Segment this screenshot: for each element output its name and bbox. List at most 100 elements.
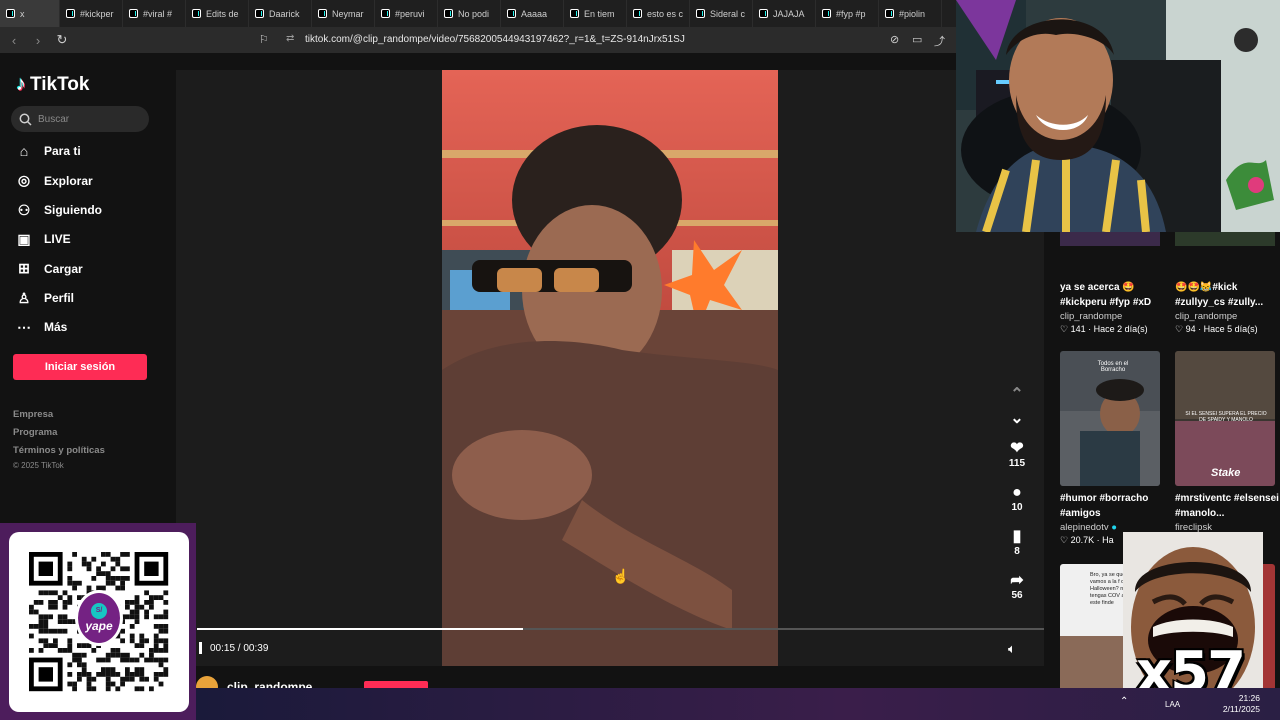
rec-title: ya se acerca 🤩 #kickperu #fyp #xD	[1060, 282, 1152, 308]
rec-card-1[interactable]: ya se acerca 🤩 #kickperu #fyp #xD clip_r…	[1060, 280, 1164, 335]
tab-label: #fyp #p	[836, 8, 866, 19]
browser-tab-strip: x #kickper #viral # Edits de Daarick Neymar #p…	[0, 0, 956, 27]
more-icon: ⋯	[17, 318, 31, 335]
tiktok-logo[interactable]: ♪ TikTok	[16, 73, 89, 96]
forward-icon[interactable]: ›	[28, 33, 48, 48]
tab-label: #kickper	[80, 8, 114, 19]
site-info-icon[interactable]: ⇄	[286, 33, 294, 44]
tiktok-note-icon: ♪	[16, 73, 26, 95]
tiktok-favicon-icon	[381, 9, 390, 18]
search-input[interactable]: Buscar	[11, 106, 149, 132]
copyright-text: © 2025 TikTok	[13, 461, 64, 470]
share-button[interactable]: ➦ 56	[997, 572, 1037, 601]
browser-tab[interactable]: JAJAJA	[753, 0, 816, 27]
reload-icon[interactable]: ↻	[52, 32, 72, 48]
browser-tab[interactable]: #kickper	[60, 0, 123, 27]
follow-button[interactable]	[364, 681, 428, 688]
cast-icon[interactable]: ▭	[912, 33, 922, 46]
browser-tab[interactable]: Sideral c	[690, 0, 753, 27]
following-icon: ⚇	[17, 201, 31, 218]
browser-tab[interactable]: #peruvi	[375, 0, 438, 27]
thumb-caption: Todos en el Borracho	[1097, 361, 1129, 373]
next-video-button[interactable]: ⌄	[997, 410, 1037, 428]
tab-label: Edits de	[206, 8, 239, 19]
rec-author[interactable]: clip_randompe	[1060, 311, 1164, 322]
tiktok-favicon-icon	[885, 9, 894, 18]
browser-tab[interactable]: #fyp #p	[816, 0, 879, 27]
heart-outline-icon: ♡	[1060, 535, 1069, 545]
url-text[interactable]: tiktok.com/@clip_randompe/video/75682005…	[305, 34, 685, 45]
no-tracking-icon[interactable]: ⊘	[890, 33, 899, 46]
browser-tab[interactable]: No podi	[438, 0, 501, 27]
qr-card: S/ yape	[9, 532, 189, 712]
sidebar-item-label: LIVE	[44, 232, 71, 247]
browser-tab[interactable]: #viral #	[123, 0, 186, 27]
tiktok-favicon-icon	[696, 9, 705, 18]
share-arrow-icon: ➦	[1010, 572, 1024, 589]
browser-tab[interactable]: En tiem	[564, 0, 627, 27]
sidebar-item-siguiendo[interactable]: ⚇ Siguiendo	[16, 202, 102, 219]
rec-card-4[interactable]: #mrstiventc #elsensei #manolo... firecli…	[1175, 491, 1279, 533]
rec-card-2[interactable]: 🤩🤩😹#kick #zullyy_cs #zully... clip_rando…	[1175, 280, 1279, 335]
tiktok-favicon-icon	[192, 9, 201, 18]
sidebar-item-label: Para ti	[44, 144, 81, 158]
rec-thumb-3[interactable]: Todos en el Borracho	[1060, 351, 1160, 486]
sidebar-item-perfil[interactable]: ♙ Perfil	[16, 290, 74, 307]
browser-tab[interactable]: Aaaaa	[501, 0, 564, 27]
tiktok-favicon-icon	[255, 9, 264, 18]
tab-label: esto es c	[647, 8, 684, 19]
share-page-icon[interactable]: ⤴	[934, 33, 945, 49]
yape-coin-icon: S/	[91, 603, 107, 619]
save-button[interactable]: ▮ 8	[997, 528, 1037, 557]
address-bar: ‹ › ↻ ⚐ ⇄ tiktok.com/@clip_randompe/vide…	[0, 27, 956, 53]
system-clock[interactable]: 21:26 2/11/2025	[1223, 693, 1260, 715]
prev-video-button[interactable]: ⌃	[997, 386, 1037, 404]
rec-author[interactable]: clip_randompe	[1175, 311, 1279, 322]
browser-tab[interactable]: Neymar	[312, 0, 375, 27]
sidebar-item-label: Más	[44, 320, 68, 335]
comment-button[interactable]: ● 10	[997, 484, 1037, 513]
bookmark-icon[interactable]: ⚐	[259, 33, 269, 46]
browser-tab[interactable]: x	[0, 0, 60, 27]
like-button[interactable]: ❤ 115	[997, 440, 1037, 469]
sidebar-item-label: Explorar	[44, 173, 93, 188]
sidebar-item-explorar[interactable]: ◎ Explorar	[16, 172, 93, 189]
rec-thumb-4[interactable]: SI EL SENSEI SUPERA EL PRECIO DE SPAIDY …	[1175, 351, 1275, 486]
sidebar-item-live[interactable]: ▣ LIVE	[16, 231, 71, 248]
like-count: 115	[1008, 458, 1026, 469]
clock-date: 2/11/2025	[1222, 704, 1260, 714]
author-name[interactable]: clip_randompe	[227, 680, 312, 688]
clock-time: 21:26	[1238, 693, 1260, 703]
sidebar-item-para-ti[interactable]: ⌂ Para ti	[16, 143, 81, 159]
footer-link-company[interactable]: Empresa	[13, 409, 53, 420]
rec-thumb-top-1[interactable]	[1060, 232, 1160, 246]
video-player[interactable]	[442, 70, 778, 666]
browser-tab[interactable]: Daarick	[249, 0, 312, 27]
sidebar-item-m-s[interactable]: ⋯ Más	[16, 319, 67, 336]
browser-tab[interactable]: esto es c	[627, 0, 690, 27]
tab-label: Sideral c	[710, 8, 746, 19]
login-button[interactable]: Iniciar sesión	[13, 354, 147, 380]
rec-thumb-top-2[interactable]	[1175, 232, 1275, 246]
back-icon[interactable]: ‹	[4, 33, 24, 48]
tiktok-favicon-icon	[759, 9, 768, 18]
heart-outline-icon: ♡	[1060, 324, 1069, 334]
language-indicator[interactable]: LAA	[1165, 700, 1180, 709]
play-indicator[interactable]	[199, 642, 202, 654]
footer-link-terms[interactable]: Términos y políticas	[13, 445, 105, 456]
sidebar-item-cargar[interactable]: ⊞ Cargar	[16, 260, 83, 277]
tray-chevron-icon[interactable]: ⌃	[1120, 696, 1128, 707]
tab-label: No podi	[458, 8, 490, 19]
browser-tab[interactable]: #piolin	[879, 0, 942, 27]
volume-icon[interactable]: 🔈︎	[1008, 641, 1016, 657]
footer-link-program[interactable]: Programa	[13, 427, 57, 438]
time-display: 00:15 / 00:39	[210, 643, 269, 654]
heart-icon: ❤	[1010, 440, 1024, 457]
sidebar-item-label: Cargar	[44, 261, 83, 276]
tab-label: #piolin	[899, 8, 926, 19]
browser-tab[interactable]: Edits de	[186, 0, 249, 27]
tab-label: #viral #	[143, 8, 173, 19]
rec-age: Ha	[1102, 535, 1114, 545]
rec-author-name: alepinedotv	[1060, 522, 1109, 533]
tab-label: #peruvi	[395, 8, 425, 19]
